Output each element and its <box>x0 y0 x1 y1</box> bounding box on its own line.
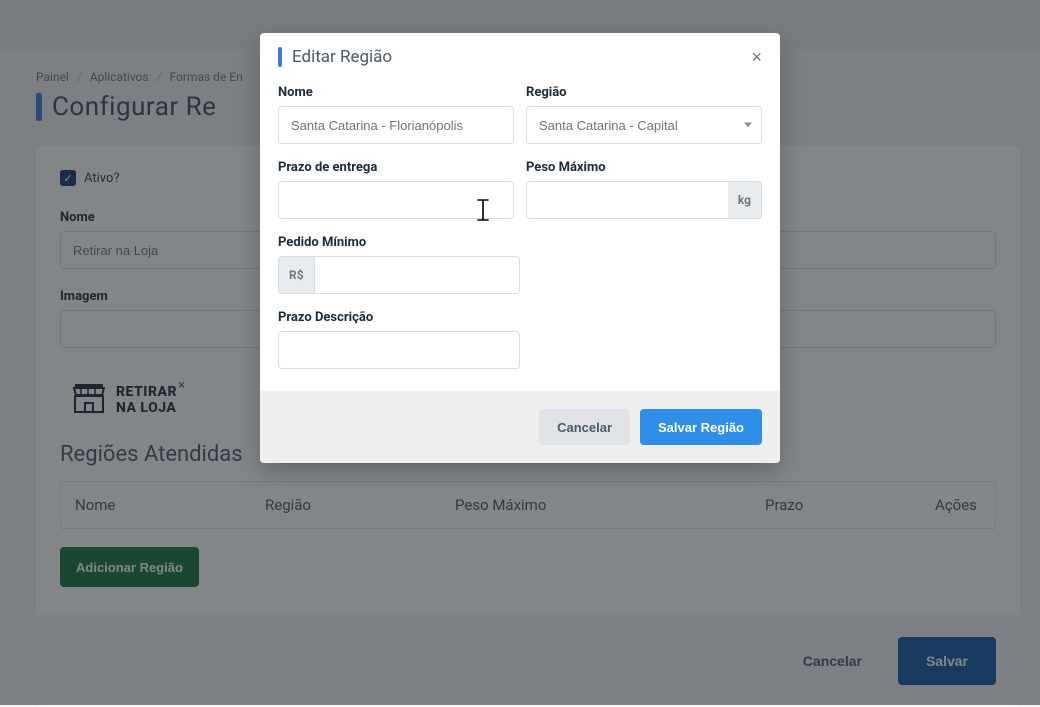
modal-body: Nome Região Prazo de entrega Pe <box>260 77 780 391</box>
modal-cancel-button[interactable]: Cancelar <box>539 409 630 445</box>
modal-regiao-select[interactable] <box>526 106 762 144</box>
modal-nome-label: Nome <box>278 85 514 100</box>
chevron-down-icon <box>744 123 752 128</box>
rs-addon: R$ <box>278 256 314 294</box>
kg-addon: kg <box>728 181 762 219</box>
modal-overlay[interactable]: Editar Região × Nome Região <box>0 0 1040 705</box>
modal-footer: Cancelar Salvar Região <box>260 391 780 463</box>
modal-pedido-min-label: Pedido Mínimo <box>278 235 520 250</box>
modal-pedido-min-input[interactable] <box>314 256 520 294</box>
modal-peso-input[interactable] <box>526 181 728 219</box>
modal-header: Editar Região × <box>260 33 780 77</box>
modal-prazo-input[interactable] <box>278 181 514 219</box>
modal-prazo-desc-input[interactable] <box>278 331 520 369</box>
modal-peso-label: Peso Máximo <box>526 160 762 175</box>
modal-prazo-label: Prazo de entrega <box>278 160 514 175</box>
modal-accent-bar <box>278 47 282 67</box>
modal-save-button[interactable]: Salvar Região <box>640 409 762 445</box>
close-icon[interactable]: × <box>751 48 762 66</box>
modal-regiao-label: Região <box>526 85 762 100</box>
modal-prazo-desc-label: Prazo Descrição <box>278 310 520 325</box>
modal-title: Editar Região <box>292 47 392 67</box>
modal-nome-input[interactable] <box>278 106 514 144</box>
edit-region-modal: Editar Região × Nome Região <box>260 33 780 463</box>
